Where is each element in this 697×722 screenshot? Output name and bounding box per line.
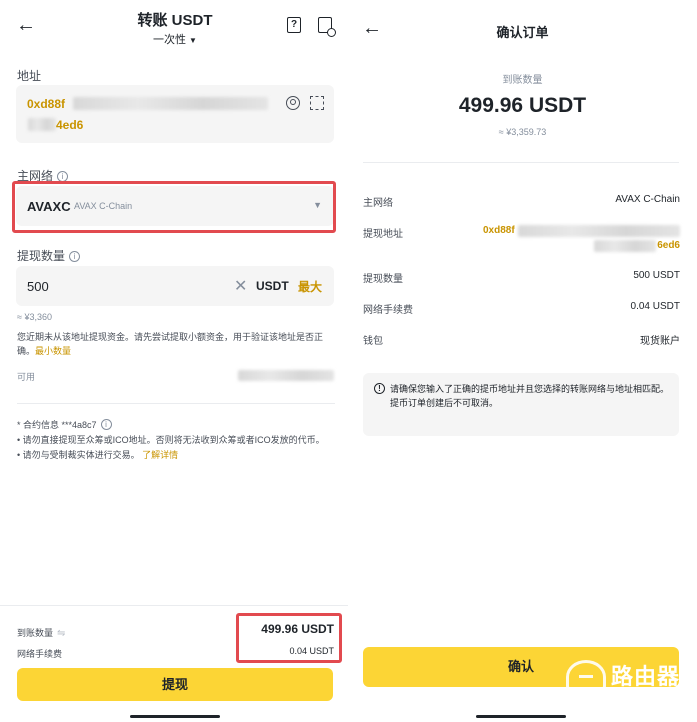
note-sanction: • 请勿与受制裁实体进行交易。 了解详情 (17, 450, 179, 460)
max-button[interactable]: 最大 (298, 278, 322, 295)
notice-text: 请确保您输入了正确的提币地址并且您选择的转账网络与地址相匹配。 提币订单创建后不… (390, 384, 670, 408)
note-ico: • 请勿直接提现至众筹或ICO地址。否则将无法收到众筹或者ICO发放的代币。 (17, 435, 325, 445)
address-redacted (594, 240, 656, 252)
amount-unit: USDT (256, 279, 289, 293)
learn-more-link[interactable]: 了解详情 (142, 450, 178, 460)
caret-down-icon: ▼ (189, 36, 197, 45)
amount-input[interactable]: 500 ✕ USDT 最大 (16, 266, 334, 306)
info-icon: i (69, 251, 81, 262)
address-value-start: 0xd88f (483, 225, 515, 236)
address-book-icon[interactable] (286, 96, 300, 110)
address-field[interactable]: 0xd88f 4ed6 (16, 85, 334, 143)
amount-label: 提现数量 (363, 274, 403, 285)
small-amount-warning: 您近期未从该地址提现资金。请先尝试提取小额资金，用于验证该地址是否正确。最小数量 (17, 332, 324, 356)
amount-fiat: ≈ ¥3,360 (17, 312, 52, 322)
withdraw-notes: * 合约信息 ***4a8c7 i • 请勿直接提现至众筹或ICO地址。否则将无法… (17, 418, 337, 463)
scan-icon[interactable] (310, 96, 324, 110)
wallet-label: 钱包 (363, 336, 383, 347)
receive-highlight-box (236, 613, 342, 663)
address-redacted (73, 97, 268, 110)
notice-box: ! 请确保您输入了正确的提币地址并且您选择的转账网络与地址相匹配。 提币订单创建… (363, 373, 679, 436)
watermark-url: luyouqi.com (613, 688, 683, 700)
receive-label: 到账数量 (502, 75, 543, 86)
receive-fiat: ≈ ¥3,359.73 (498, 127, 547, 137)
divider (17, 403, 335, 404)
info-icon: i (100, 419, 112, 430)
address-label: 提现地址 (363, 229, 403, 240)
min-amount-link[interactable]: 最小数量 (35, 346, 71, 356)
address-redacted (518, 225, 680, 237)
mode-label: 一次性 (153, 34, 187, 46)
withdraw-button[interactable]: 提现 (17, 668, 333, 701)
withdraw-form-panel: ← 转账 USDT 一次性 ▼ ? 地址 0xd88f 4ed6 主网络 i AVA… (0, 0, 350, 722)
question-box-icon[interactable]: ? (287, 17, 301, 33)
address-value-end: 6ed6 (657, 240, 680, 251)
available-label: 可用 (17, 372, 36, 382)
fee-value: 0.04 USDT (630, 301, 680, 312)
fee-label: 网络手续费 (17, 649, 63, 659)
fee-label: 网络手续费 (363, 305, 413, 316)
page-title: 确认订单 (496, 25, 549, 40)
home-indicator (476, 715, 566, 718)
network-highlight-box (12, 181, 336, 233)
wallet-value: 现货账户 (640, 336, 680, 347)
address-value-start: 0xd88f (27, 97, 66, 111)
router-logo-icon (566, 660, 606, 694)
amount-value: 500 (27, 279, 49, 294)
divider (363, 162, 679, 163)
document-clock-icon[interactable] (318, 17, 336, 37)
network-label: 主网络 (363, 198, 393, 209)
address-redacted (28, 118, 56, 131)
receive-amount: 499.96 USDT (458, 94, 587, 117)
home-indicator (130, 715, 220, 718)
address-value-end: 4ed6 (56, 118, 84, 132)
divider (0, 605, 350, 606)
confirm-order-panel: ← 确认订单 到账数量 499.96 USDT ≈ ¥3,359.73 主网络 … (348, 0, 697, 722)
alert-circle-icon: ! (374, 383, 385, 394)
receive-label: 到账数量 ⇋ (17, 628, 66, 639)
mode-dropdown[interactable]: 一次性 ▼ (0, 31, 350, 47)
swap-icon: ⇋ (57, 628, 66, 639)
network-value: AVAX C-Chain (615, 194, 680, 205)
clear-icon[interactable]: ✕ (234, 276, 247, 296)
amount-value: 500 USDT (633, 270, 680, 281)
available-redacted (238, 370, 334, 381)
address-label: 地址 (17, 69, 42, 83)
amount-label: 提现数量 i (17, 247, 81, 264)
watermark-text: 路由器 (611, 664, 681, 689)
